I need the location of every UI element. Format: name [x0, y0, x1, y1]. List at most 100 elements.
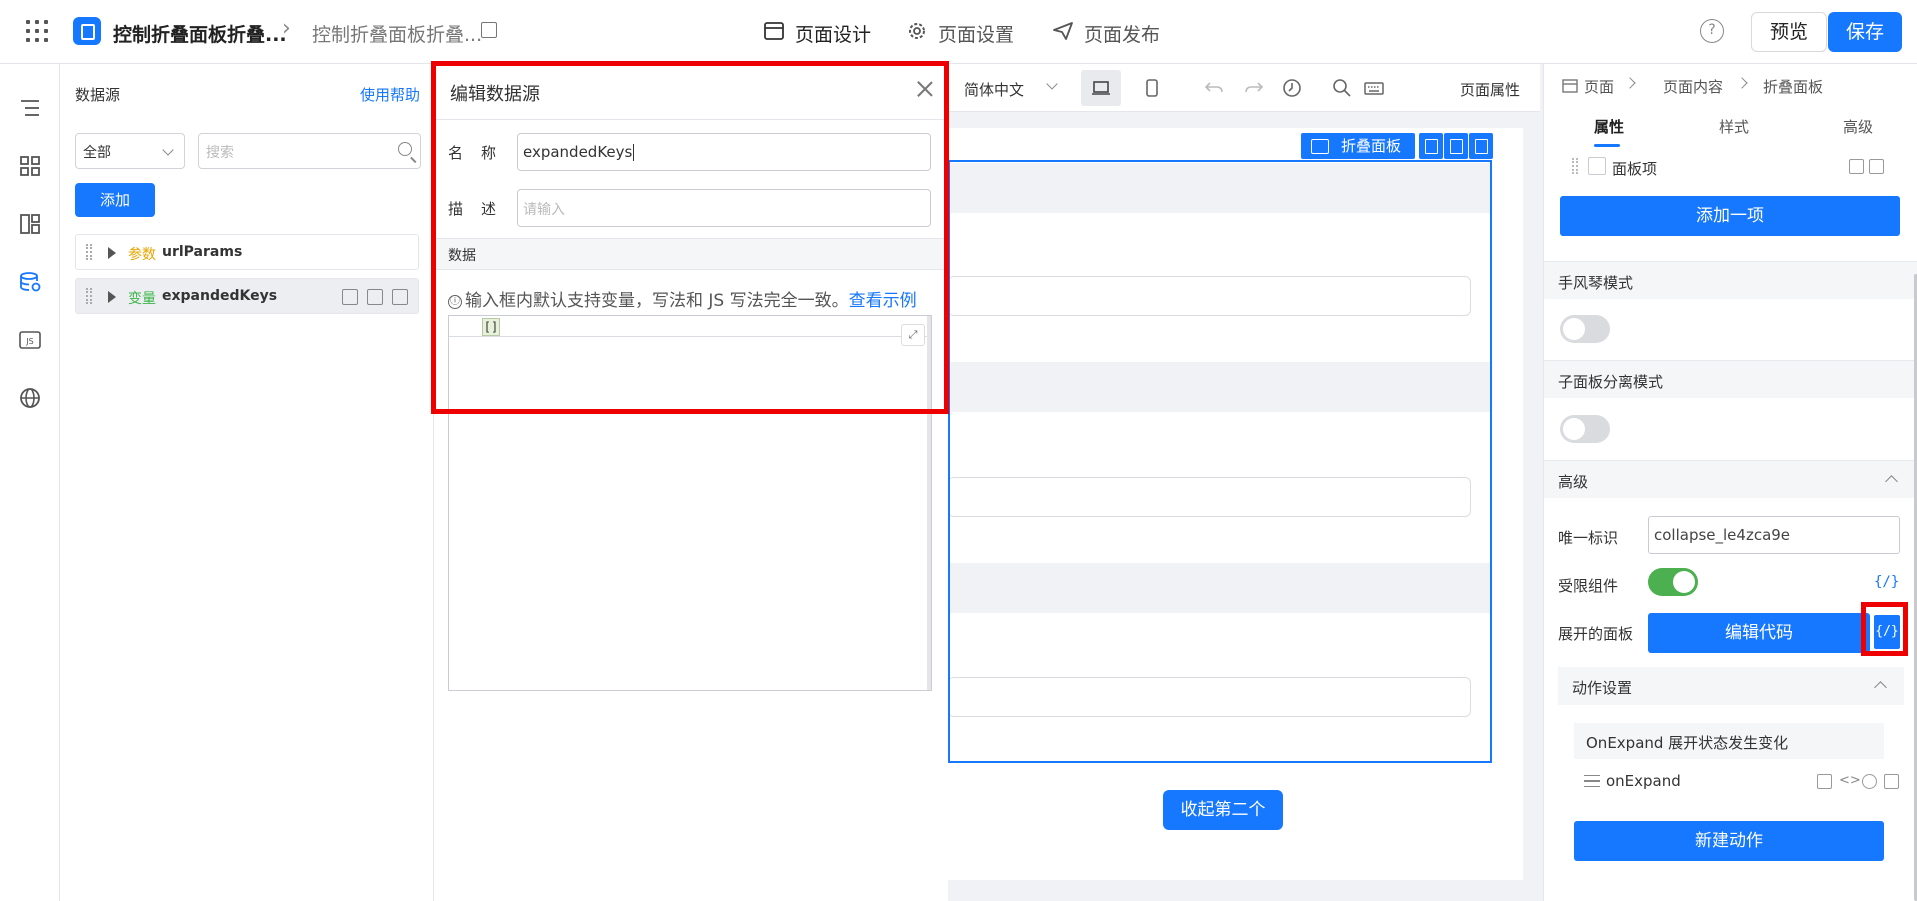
drag-handle-icon[interactable] [86, 288, 92, 304]
advanced-label: 高级 [1558, 473, 1589, 491]
close-icon[interactable] [914, 78, 936, 100]
edit-title-icon[interactable] [481, 22, 497, 38]
app-grid-icon[interactable] [26, 20, 48, 42]
datasource-panel: 数据源 使用帮助 全部 搜索 添加 参数 urlParams 变量 expand… [60, 64, 434, 901]
tab-label: 页面设置 [938, 24, 1015, 46]
datasource-type: 参数 [128, 247, 156, 263]
datasource-name: expandedKeys [162, 288, 278, 304]
keyboard-icon[interactable] [1364, 78, 1384, 98]
event-handler-name: onExpand [1606, 772, 1681, 790]
edit-icon[interactable] [1849, 159, 1864, 174]
page-icon [1562, 79, 1578, 93]
add-sibling-icon[interactable] [1419, 133, 1443, 159]
scrollbar[interactable] [927, 316, 931, 690]
language-select[interactable]: 简体中文 [964, 79, 1024, 100]
datasource-item-urlparams[interactable]: 参数 urlParams [75, 234, 419, 270]
tab-properties[interactable]: 属性 [1594, 116, 1624, 137]
collapse-second-button[interactable]: 收起第二个 [1163, 790, 1283, 830]
uid-label: 唯一标识 [1558, 529, 1619, 547]
delete-icon[interactable] [1869, 159, 1884, 174]
breadcrumb-collapse[interactable]: 折叠面板 [1763, 76, 1823, 97]
view-example-link[interactable]: 查看示例 [849, 291, 917, 311]
datasource-help-link[interactable]: 使用帮助 [360, 84, 420, 105]
action-settings-header[interactable]: 动作设置 [1558, 667, 1904, 705]
copy-icon[interactable] [1817, 774, 1832, 789]
copy-icon[interactable] [1444, 133, 1468, 159]
mobile-icon[interactable] [1142, 78, 1162, 98]
add-item-button[interactable]: 添加一项 [1560, 196, 1900, 236]
preview-button[interactable]: 预览 [1751, 12, 1827, 52]
tab-page-design[interactable]: 页面设计 [763, 20, 872, 71]
laptop-icon[interactable] [1091, 78, 1111, 98]
search-placeholder: 搜索 [206, 145, 234, 161]
datasource-item-expandedkeys[interactable]: 变量 expandedKeys [75, 278, 419, 314]
tab-style[interactable]: 样式 [1719, 116, 1749, 137]
name-label: 名称 [448, 144, 515, 162]
templates-icon[interactable] [18, 212, 42, 236]
delete-icon[interactable] [1469, 133, 1493, 159]
separate-mode-toggle[interactable] [1560, 415, 1610, 443]
datasource-search-input[interactable]: 搜索 [198, 133, 421, 169]
delete-icon[interactable] [1884, 774, 1899, 789]
left-icon-rail: JS [0, 64, 60, 901]
event-handler-row[interactable]: onExpand <> [1574, 763, 1899, 799]
edit-icon[interactable] [342, 289, 358, 305]
copy-icon[interactable] [367, 289, 383, 305]
gear-icon [909, 23, 925, 39]
action-settings-label: 动作设置 [1572, 679, 1633, 697]
page-title[interactable]: 控制折叠面板折叠... [312, 20, 482, 47]
separate-mode-label: 子面板分离模式 [1558, 373, 1664, 391]
variable-binding-icon[interactable]: {/} [1874, 615, 1900, 649]
description-field[interactable]: 请输入 [517, 189, 931, 227]
expand-caret-icon[interactable] [108, 291, 116, 303]
expand-icon[interactable]: ⤢ [901, 324, 925, 346]
edit-code-button[interactable]: 编辑代码 [1648, 613, 1870, 653]
datasource-filter-select[interactable]: 全部 [75, 133, 185, 169]
divider [434, 119, 948, 120]
chevron-right-icon [1736, 77, 1748, 89]
add-datasource-button[interactable]: 添加 [75, 183, 155, 217]
breadcrumb-page-content[interactable]: 页面内容 [1663, 76, 1723, 97]
drag-handle-icon[interactable] [86, 244, 92, 260]
js-icon[interactable]: JS [18, 328, 42, 352]
app-title[interactable]: 控制折叠面板折叠... [113, 20, 287, 47]
breadcrumb-page[interactable]: 页面 [1584, 76, 1614, 97]
history-icon[interactable] [1282, 78, 1302, 98]
separate-mode-section: 子面板分离模式 [1544, 360, 1917, 398]
advanced-section-header[interactable]: 高级 [1544, 460, 1917, 498]
components-icon[interactable] [18, 154, 42, 178]
drag-handle-icon[interactable] [1572, 158, 1578, 174]
new-action-button[interactable]: 新建动作 [1574, 821, 1884, 861]
globe-icon[interactable] [18, 386, 42, 410]
breadcrumb-separator-icon: › [282, 16, 291, 41]
datasource-icon[interactable] [18, 270, 42, 294]
component-tag[interactable]: 折叠面板 [1301, 133, 1415, 159]
delete-icon[interactable] [392, 289, 408, 305]
page-attributes-link[interactable]: 页面属性 [1460, 79, 1520, 100]
name-field[interactable]: expandedKeys [517, 133, 931, 171]
outline-icon[interactable] [18, 96, 42, 120]
redo-icon[interactable] [1244, 78, 1264, 98]
info-icon: ⓘ [448, 295, 462, 309]
expand-caret-icon[interactable] [108, 247, 116, 259]
help-icon[interactable]: ? [1700, 19, 1724, 43]
tab-advanced[interactable]: 高级 [1843, 116, 1873, 137]
chevron-up-icon [1885, 475, 1898, 488]
tab-label: 页面发布 [1084, 24, 1161, 46]
variable-binding-icon[interactable]: {/} [1874, 574, 1899, 590]
restricted-toggle[interactable] [1648, 568, 1698, 596]
data-code-editor[interactable]: [] ⤢ [448, 315, 932, 691]
gear-icon[interactable] [1862, 774, 1877, 789]
selected-component-frame [948, 160, 1492, 763]
tab-page-settings[interactable]: 页面设置 [906, 20, 1014, 47]
search-icon[interactable] [1332, 78, 1352, 98]
save-button[interactable]: 保存 [1828, 12, 1902, 52]
code-icon[interactable]: <> [1839, 773, 1861, 788]
search-icon [398, 142, 412, 156]
panel-item-checkbox[interactable] [1588, 157, 1606, 175]
uid-field[interactable]: collapse_le4zca9e [1648, 516, 1900, 554]
accordion-toggle[interactable] [1560, 315, 1610, 343]
tab-page-publish[interactable]: 页面发布 [1052, 20, 1160, 47]
undo-icon[interactable] [1204, 78, 1224, 98]
event-box: OnExpand 展开状态发生变化 [1574, 723, 1884, 759]
